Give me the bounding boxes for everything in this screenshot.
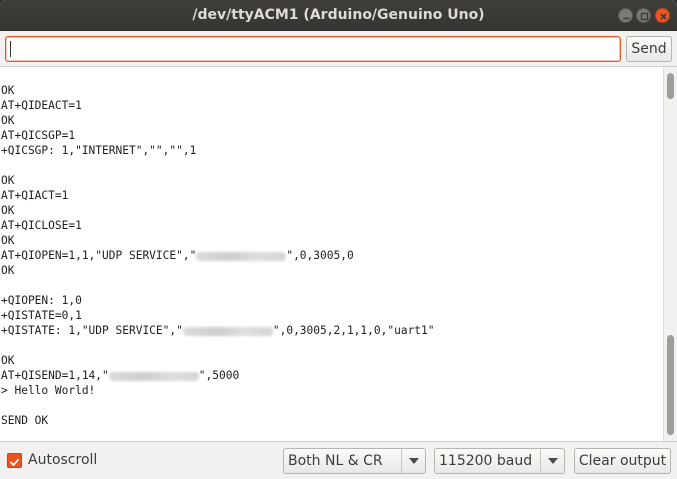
serial-monitor-window: /dev/ttyACM1 (Arduino/Genuino Uno) Send … (0, 0, 677, 479)
output-text: AT+QISEND=1,14," (1, 369, 109, 382)
output-text: OK (1, 264, 15, 277)
scrollbar-thumb[interactable] (667, 335, 674, 435)
output-line: +QISTATE=0,1 (1, 308, 656, 323)
output-line: OK (1, 113, 656, 128)
output-text: ",5000 (198, 369, 240, 382)
output-text: ",0,3005,2,1,1,0,"uart1" (272, 324, 435, 337)
minimize-button[interactable] (618, 8, 633, 23)
close-button[interactable] (655, 8, 670, 23)
clear-output-button[interactable]: Clear output (574, 448, 671, 474)
title-bar: /dev/ttyACM1 (Arduino/Genuino Uno) (0, 0, 677, 31)
vertical-scrollbar[interactable] (663, 67, 677, 441)
baud-rate-arrow-box (540, 449, 564, 473)
output-line: OK (1, 203, 656, 218)
baud-rate-value: 115200 baud (439, 453, 533, 469)
output-text: AT+QIOPEN=1,1,"UDP SERVICE"," (1, 249, 197, 262)
output-text: OK (1, 234, 15, 247)
output-text: ",0,3005,0 (286, 249, 354, 262)
output-line: OK (1, 263, 656, 278)
baud-rate-select[interactable]: 115200 baud (434, 448, 565, 474)
chevron-down-icon (409, 458, 419, 464)
output-text: AT+QICSGP=1 (1, 129, 76, 142)
send-button[interactable]: Send (626, 36, 672, 62)
output-line: SEND OK (1, 413, 656, 428)
minimize-icon (623, 17, 630, 20)
output-text: > Hello World! (1, 384, 96, 397)
maximize-icon (640, 12, 649, 21)
output-text: OK (1, 174, 15, 187)
output-text: SEND OK (1, 414, 49, 427)
output-text: OK (1, 114, 15, 127)
output-line: AT+QIOPEN=1,1,"UDP SERVICE"," ",0,3005,0 (1, 248, 656, 263)
output-line: +QICSGP: 1,"INTERNET","","",1 (1, 143, 656, 158)
output-line: AT+QICLOSE=1 (1, 218, 656, 233)
output-line: AT+QISEND=1,14," ",5000 (1, 368, 656, 383)
autoscroll-label: Autoscroll (28, 452, 98, 468)
output-text: OK (1, 204, 15, 217)
chevron-down-icon (548, 458, 558, 464)
close-icon (660, 13, 667, 20)
checkmark-icon (10, 459, 19, 466)
output-line: OK (1, 353, 656, 368)
line-ending-value: Both NL & CR (288, 453, 383, 469)
output-line: AT+QIDEACT=1 (1, 98, 656, 113)
output-line: +QIOPEN: 1,0 (1, 293, 656, 308)
output-text: +QISTATE=0,1 (1, 309, 82, 322)
output-text: +QISTATE: 1,"UDP SERVICE"," (1, 324, 183, 337)
serial-input[interactable] (5, 36, 621, 62)
output-text: AT+QIDEACT=1 (1, 99, 82, 112)
autoscroll-checkbox[interactable] (7, 453, 22, 468)
serial-output[interactable]: OK AT+QIDEACT=1 OK AT+QICSGP=1 +QICSGP: 1,"I… (0, 66, 677, 442)
output-lines: OK AT+QIDEACT=1 OK AT+QICSGP=1 +QICSGP: 1,"I… (1, 83, 656, 428)
output-line: AT+QICSGP=1 (1, 128, 656, 143)
output-line: > Hello World! (1, 383, 656, 398)
line-ending-arrow-box (401, 449, 425, 473)
window-title: /dev/ttyACM1 (Arduino/Genuino Uno) (192, 7, 485, 23)
output-text: AT+QICLOSE=1 (1, 219, 82, 232)
output-text: +QIOPEN: 1,0 (1, 294, 82, 307)
output-line: AT+QIACT=1 (1, 188, 656, 203)
maximize-button[interactable] (636, 8, 651, 23)
redacted-address (196, 251, 287, 261)
text-caret (10, 41, 11, 57)
output-text: AT+QIACT=1 (1, 189, 69, 202)
status-bar: Autoscroll Both NL & CR 115200 baud Clea… (0, 442, 677, 479)
output-text: OK (1, 84, 15, 97)
output-line: +QISTATE: 1,"UDP SERVICE"," ",0,3005,2,1,… (1, 323, 656, 338)
redacted-address (182, 326, 273, 336)
line-ending-select[interactable]: Both NL & CR (283, 448, 426, 474)
output-text: OK (1, 354, 15, 367)
redacted-address (108, 371, 199, 381)
input-toolbar: Send (0, 31, 677, 66)
scrollbar-top-thumb[interactable] (667, 73, 674, 99)
output-line: OK (1, 83, 656, 98)
output-text: +QICSGP: 1,"INTERNET","","",1 (1, 144, 197, 157)
output-line: OK (1, 233, 656, 248)
output-line: OK (1, 173, 656, 188)
